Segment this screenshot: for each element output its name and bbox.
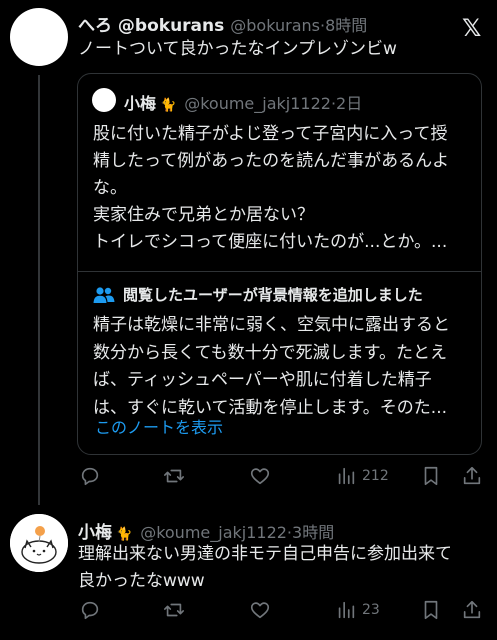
cat-avatar-icon (10, 514, 68, 572)
note-text-line: 数分から長くても数十分で死滅します。たとえ (93, 342, 447, 363)
share-button[interactable] (461, 465, 483, 487)
quote-handle[interactable]: @koume_jakj1122 (184, 94, 331, 113)
quote-text-line: 実家住みで兄弟とか居ない？ (93, 205, 314, 225)
quote-text-line: な。 (93, 178, 127, 198)
avatar-main[interactable] (10, 8, 68, 66)
badge-icon: 🐈 (116, 527, 133, 542)
bookmark-icon (424, 466, 438, 486)
reply-handle[interactable]: @koume_jakj1122 (140, 523, 287, 542)
quote-avatar[interactable] (92, 88, 116, 112)
handle[interactable]: @bokurans (230, 16, 320, 35)
community-note-header: 閲覧したユーザーが背景情報を追加しました (93, 284, 423, 305)
x-logo-icon[interactable]: 𝕏 (462, 14, 481, 42)
views-icon (338, 467, 355, 485)
reply-text: 理解出来ない男達の非モテ自己申告に参加出来て 良かったなwww (78, 541, 488, 595)
retweet-button[interactable] (163, 465, 185, 487)
quote-text: 股に付いた精子がよじ登って子宮内に入って授 精したって例があったのを読んだ事があ… (93, 121, 483, 256)
avatar-reply[interactable] (10, 514, 68, 572)
views-icon (338, 601, 355, 619)
reply-timestamp[interactable]: 3時間 (292, 519, 334, 543)
display-name[interactable]: へろ @bokurans (78, 11, 224, 36)
retweet-icon (164, 603, 184, 617)
retweet-button[interactable] (163, 599, 185, 621)
note-text: 精子は乾燥に非常に弱く、空気中に露出すると 数分から長くても数十分で死滅します。… (93, 312, 483, 422)
reply-button[interactable] (79, 465, 101, 487)
share-icon (463, 466, 481, 485)
reply-header: 小梅 🐈 @koume_jakj1122 · 3時間 (78, 518, 334, 543)
bookmark-button[interactable] (420, 465, 442, 487)
like-button[interactable] (249, 599, 271, 621)
quote-header: 小梅 🐈 @koume_jakj1122 · 2日 (124, 90, 362, 114)
show-note-link[interactable]: このノートを表示 (95, 414, 223, 438)
tweet-text: ノートついて良かったなインプレゾンビw (78, 39, 397, 59)
share-icon (463, 600, 481, 619)
tweet-actions: 212 (77, 463, 487, 489)
like-icon (250, 602, 270, 619)
like-button[interactable] (249, 465, 271, 487)
note-text-line: 精子は乾燥に非常に弱く、空気中に露出すると (93, 315, 450, 335)
reply-display-name[interactable]: 小梅 (78, 518, 112, 543)
quote-text-line: トイレでシコって便座に付いたのが...とか。... (93, 232, 448, 252)
badge-icon: 🐈 (160, 98, 177, 113)
note-header-text: 閲覧したユーザーが背景情報を追加しました (123, 286, 423, 304)
timestamp[interactable]: 8時間 (325, 12, 367, 36)
views-button[interactable]: 23 (335, 599, 380, 621)
share-button[interactable] (461, 599, 483, 621)
views-button[interactable]: 212 (335, 465, 389, 487)
like-icon (250, 468, 270, 485)
retweet-icon (164, 469, 184, 483)
quote-display-name[interactable]: 小梅 (124, 90, 156, 114)
note-divider (78, 271, 481, 272)
reply-text-line: 理解出来ない男達の非モテ自己申告に参加出来て (78, 544, 452, 564)
note-text-line: ば、ティッシュペーパーや肌に付着した精子 (93, 370, 432, 390)
reply-icon (81, 467, 99, 486)
bookmark-icon (424, 600, 438, 620)
quote-text-line: 股に付いた精子がよじ登って子宮内に入って授 (93, 124, 448, 144)
reply-button[interactable] (79, 599, 101, 621)
thread-line (38, 75, 40, 505)
reply-icon (81, 601, 99, 620)
quote-text-line: 精したって例があったのを読んだ事があるんよ (93, 151, 450, 171)
quoted-tweet-card[interactable]: 小梅 🐈 @koume_jakj1122 · 2日 股に付いた精子がよじ登って子… (77, 73, 482, 455)
reply-actions: 23 (77, 597, 487, 623)
tweet-header: へろ @bokurans @bokurans · 8時間 (78, 11, 367, 36)
people-icon (93, 286, 115, 303)
views-count: 23 (362, 602, 380, 618)
views-count: 212 (362, 468, 389, 484)
bookmark-button[interactable] (420, 599, 442, 621)
quote-timestamp[interactable]: 2日 (336, 90, 362, 114)
reply-text-line: 良かったなwww (78, 571, 205, 591)
